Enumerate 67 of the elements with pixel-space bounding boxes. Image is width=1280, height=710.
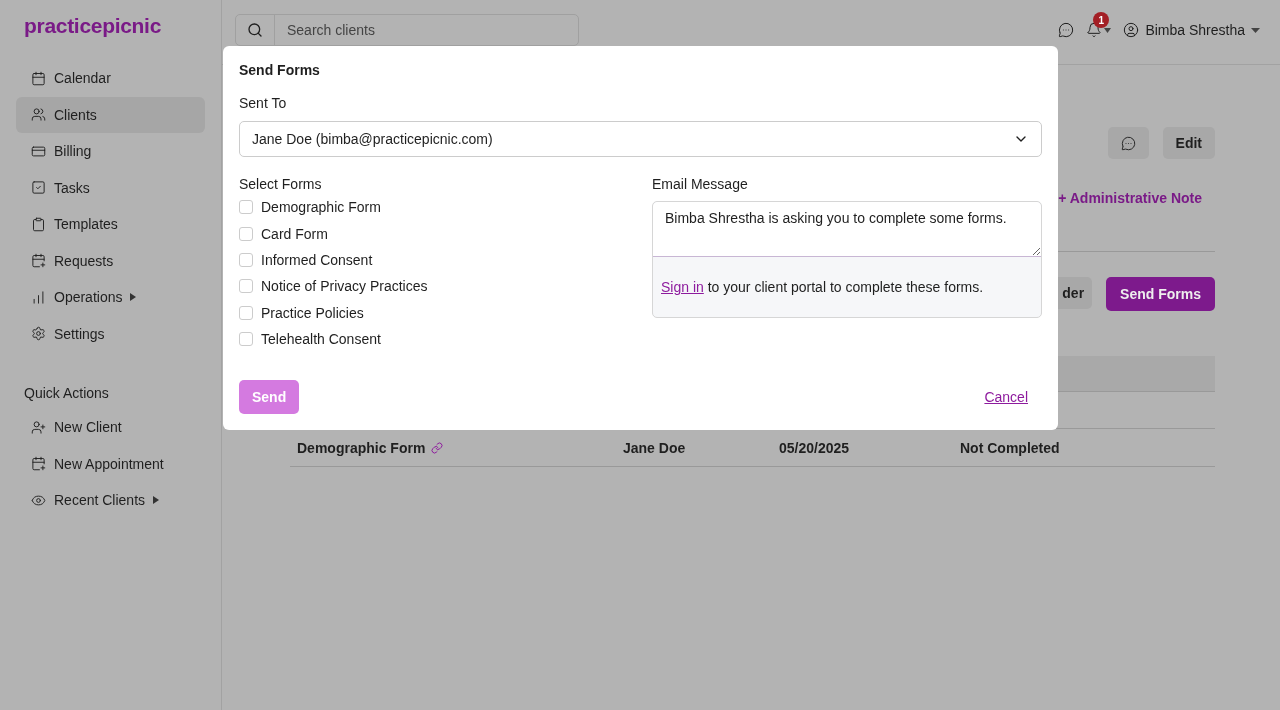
eye-icon xyxy=(31,492,46,508)
logo[interactable]: practicepicnic xyxy=(16,14,205,38)
bell-icon[interactable] xyxy=(1086,22,1103,38)
users-icon xyxy=(31,107,46,122)
caret-icon xyxy=(130,293,137,301)
form-checkbox-row[interactable]: Informed Consent xyxy=(239,246,652,274)
quick-action-item[interactable]: Recent Clients xyxy=(16,482,205,518)
search-field[interactable]: Search clients xyxy=(275,22,578,38)
chat-icon xyxy=(1120,135,1136,151)
edit-button[interactable]: Edit xyxy=(1162,127,1215,159)
field-label: Select Forms xyxy=(239,176,323,192)
credit-card-icon xyxy=(31,143,46,159)
send-forms-button[interactable]: Send Forms xyxy=(1106,277,1215,311)
search-bar[interactable]: Search clients xyxy=(235,14,579,46)
user-icon xyxy=(1123,22,1140,38)
form-checkbox-row[interactable]: Notice of Privacy Practices xyxy=(239,273,652,300)
administrative-note-link[interactable]: + Administrative Note xyxy=(1058,190,1202,206)
user-menu[interactable]: Bimba Shrestha xyxy=(1123,22,1260,38)
nav-item[interactable]: Calendar xyxy=(16,60,205,96)
notification-badge: 1 xyxy=(1093,12,1110,28)
checkbox[interactable] xyxy=(239,332,253,347)
caret-icon xyxy=(1251,27,1260,33)
message-field[interactable]: Bimba Shrestha is asking you to complete some forms. xyxy=(653,202,1041,257)
nav-item[interactable]: Requests xyxy=(16,242,205,279)
nav-item[interactable]: Templates xyxy=(16,206,205,242)
table-cell-text: Jane Doe xyxy=(623,439,687,456)
calendar-plus-icon xyxy=(31,253,46,268)
chat-icon[interactable] xyxy=(1058,22,1075,38)
form-checkbox-row[interactable]: Telehealth Consent xyxy=(239,325,652,353)
checkbox[interactable] xyxy=(239,200,253,215)
dialog-title: Send Forms xyxy=(239,62,321,78)
portal-note: Sign in to your client portal to complete these forms. xyxy=(660,278,985,297)
nav-item[interactable]: Operations xyxy=(16,279,205,315)
checkbox[interactable] xyxy=(239,252,253,267)
caret-icon xyxy=(153,496,160,504)
settings-icon xyxy=(31,326,46,341)
table-cell-text: 05/20/2025 xyxy=(779,439,851,456)
calendar-icon xyxy=(31,70,46,86)
chat-button[interactable] xyxy=(1107,127,1149,159)
caret-icon[interactable] xyxy=(1104,27,1112,33)
nav-item[interactable]: Billing xyxy=(16,133,205,169)
form-checkbox-row[interactable]: Practice Policies xyxy=(239,299,652,326)
checkbox[interactable] xyxy=(239,305,253,320)
checkbox[interactable] xyxy=(239,279,253,294)
form-checkbox-row[interactable]: Demographic Form xyxy=(239,194,652,221)
form-name-cell: Demographic Form xyxy=(297,439,623,456)
nav-item[interactable]: Clients xyxy=(16,96,205,133)
section-title: Quick Actions xyxy=(23,385,110,401)
recipient-select[interactable]: Jane Doe (bimba@practicepicnic.com) xyxy=(239,121,1042,157)
sign-in-link[interactable]: Sign in xyxy=(661,279,704,295)
bar-chart-icon xyxy=(31,289,46,305)
quick-action-item[interactable]: New Client xyxy=(16,409,205,445)
calendar-plus-icon xyxy=(31,456,46,471)
table-cell-text: Not Completed xyxy=(960,439,1061,456)
nav-item[interactable]: Settings xyxy=(16,315,205,352)
clipboard-icon xyxy=(31,216,46,232)
search-icon xyxy=(247,22,263,38)
field-label: Sent To xyxy=(239,95,288,111)
form-checkbox-row[interactable]: Card Form xyxy=(239,220,652,247)
nav-item[interactable]: Tasks xyxy=(16,169,205,206)
checkbox[interactable] xyxy=(239,226,253,241)
checkbox-icon xyxy=(31,180,46,195)
user-plus-icon xyxy=(31,419,46,435)
cancel-link[interactable]: Cancel xyxy=(984,389,1028,405)
field-label: Email Message xyxy=(652,176,749,192)
quick-action-item[interactable]: New Appointment xyxy=(16,445,205,482)
link-icon[interactable] xyxy=(431,441,444,454)
